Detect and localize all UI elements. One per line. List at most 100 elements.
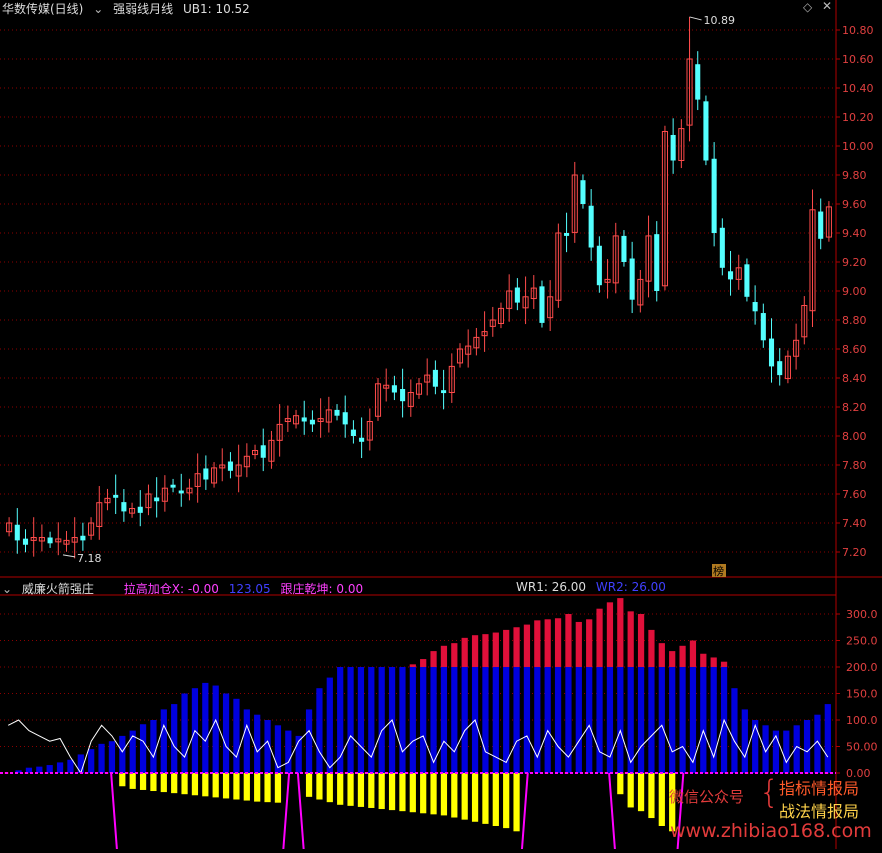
blue-bar	[731, 688, 738, 773]
candle-body	[670, 134, 676, 161]
yellow-bar	[440, 773, 448, 816]
candle-body	[760, 313, 766, 341]
blue-bar	[347, 667, 354, 773]
candle-body	[432, 369, 438, 387]
yellow-bar	[471, 773, 479, 822]
blue-bar	[305, 709, 313, 773]
blue-bar	[669, 667, 676, 773]
yellow-bar	[139, 773, 147, 790]
red-bar	[700, 653, 707, 667]
blue-bar	[254, 714, 261, 773]
y-tick-label: 9.40	[842, 227, 867, 240]
wr1-value: WR1: 26.00	[516, 580, 587, 594]
candle-body	[260, 445, 266, 458]
candle-body	[777, 361, 783, 376]
chevron-down-icon[interactable]: ⌄	[2, 582, 12, 596]
y-tick-label: 9.00	[842, 285, 867, 298]
blue-bar	[575, 667, 582, 773]
blue-bar	[637, 667, 645, 773]
red-bar	[554, 618, 562, 667]
y-tick-label: 8.60	[842, 343, 867, 356]
red-bar	[523, 624, 531, 667]
high-label: 10.89	[704, 14, 736, 27]
blue-bar	[440, 667, 448, 773]
blue-bar	[357, 667, 365, 773]
blue-bar	[803, 720, 811, 773]
candle-body	[752, 302, 758, 312]
close-icon[interactable]: ✕	[822, 0, 832, 13]
blue-bar	[420, 667, 427, 773]
red-bar	[627, 611, 634, 667]
red-bar	[471, 635, 479, 667]
red-bar	[637, 614, 645, 667]
watermark-left: 微信公众号	[669, 788, 745, 806]
red-bar	[689, 640, 697, 667]
candle-body	[654, 234, 660, 291]
candle-body	[227, 461, 233, 471]
candle-body	[342, 412, 348, 425]
candle-body	[621, 235, 627, 262]
blue-bar	[378, 667, 385, 773]
watermark-url: www.zhibiao168.com	[670, 820, 872, 842]
blue-bar	[554, 667, 562, 773]
sub-y-tick-label: 100.0	[846, 714, 878, 727]
sub-val2: 123.05	[228, 582, 271, 596]
blue-bar	[700, 667, 707, 773]
main-header: 华数传媒(日线) ⌄ 强弱线月线 UB1: 10.52	[2, 0, 256, 17]
candle-body	[350, 429, 356, 436]
y-tick-label: 7.40	[842, 517, 867, 530]
blue-bar	[150, 720, 157, 773]
y-tick-label: 10.80	[842, 24, 874, 37]
red-bar	[513, 627, 520, 667]
yellow-bar	[503, 773, 510, 829]
chevron-down-icon[interactable]: ⌄	[93, 2, 103, 16]
yellow-bar	[368, 773, 375, 808]
yellow-bar	[181, 773, 188, 795]
yellow-bar	[409, 773, 416, 813]
candle-body	[629, 258, 635, 300]
yellow-bar	[222, 773, 230, 799]
yellow-bar	[648, 773, 655, 819]
sub-y-tick-label: 50.00	[846, 741, 878, 754]
yellow-bar	[627, 773, 634, 808]
yellow-bar	[482, 773, 489, 824]
y-tick-label: 9.60	[842, 198, 867, 211]
candle-body	[113, 494, 119, 498]
candle-body	[301, 417, 307, 422]
blue-bar	[409, 667, 416, 773]
blue-bar	[88, 749, 95, 773]
sub-header: ⌄ 威廉火箭强庄 拉高加仓X: -0.00 123.05 跟庄乾坤: 0.00	[2, 580, 369, 597]
blue-bar	[285, 730, 292, 773]
ub-label: UB1: 10.52	[182, 2, 250, 16]
yellow-bar	[191, 773, 199, 796]
y-tick-label: 8.80	[842, 314, 867, 327]
candle-body	[588, 205, 594, 248]
blue-bar	[98, 743, 105, 773]
blue-bar	[139, 724, 147, 773]
yellow-bar	[264, 773, 271, 803]
trading-chart: 10.80 10.60 10.40 10.20 10.00 9.80 9.60 9.40 9.2…	[0, 0, 882, 853]
blue-bar	[56, 762, 64, 773]
blue-bar	[67, 759, 74, 773]
candle-body	[539, 286, 545, 323]
red-bar	[606, 602, 614, 667]
blue-bar	[274, 725, 282, 773]
yellow-bar	[388, 773, 396, 811]
y-tick-label: 10.40	[842, 82, 874, 95]
sub-title[interactable]: 威廉火箭强庄	[22, 582, 94, 596]
blue-bar	[46, 765, 53, 773]
watermark-right1: 指标情报局	[779, 779, 860, 798]
diamond-icon[interactable]: ◇	[803, 0, 812, 14]
blue-bar	[326, 677, 333, 773]
red-bar	[440, 645, 448, 667]
yellow-bar	[254, 773, 261, 802]
sub-val1: 拉高加仓X: -0.00	[123, 582, 219, 596]
candle-body	[695, 64, 701, 100]
candle-body	[514, 287, 520, 303]
yellow-bar	[357, 773, 365, 807]
yellow-bar	[305, 773, 313, 797]
indicator-name[interactable]: 强弱线月线	[113, 2, 173, 16]
stock-title[interactable]: 华数传媒(日线)	[2, 2, 83, 16]
yellow-bar	[513, 773, 520, 832]
candle-body	[309, 419, 315, 425]
